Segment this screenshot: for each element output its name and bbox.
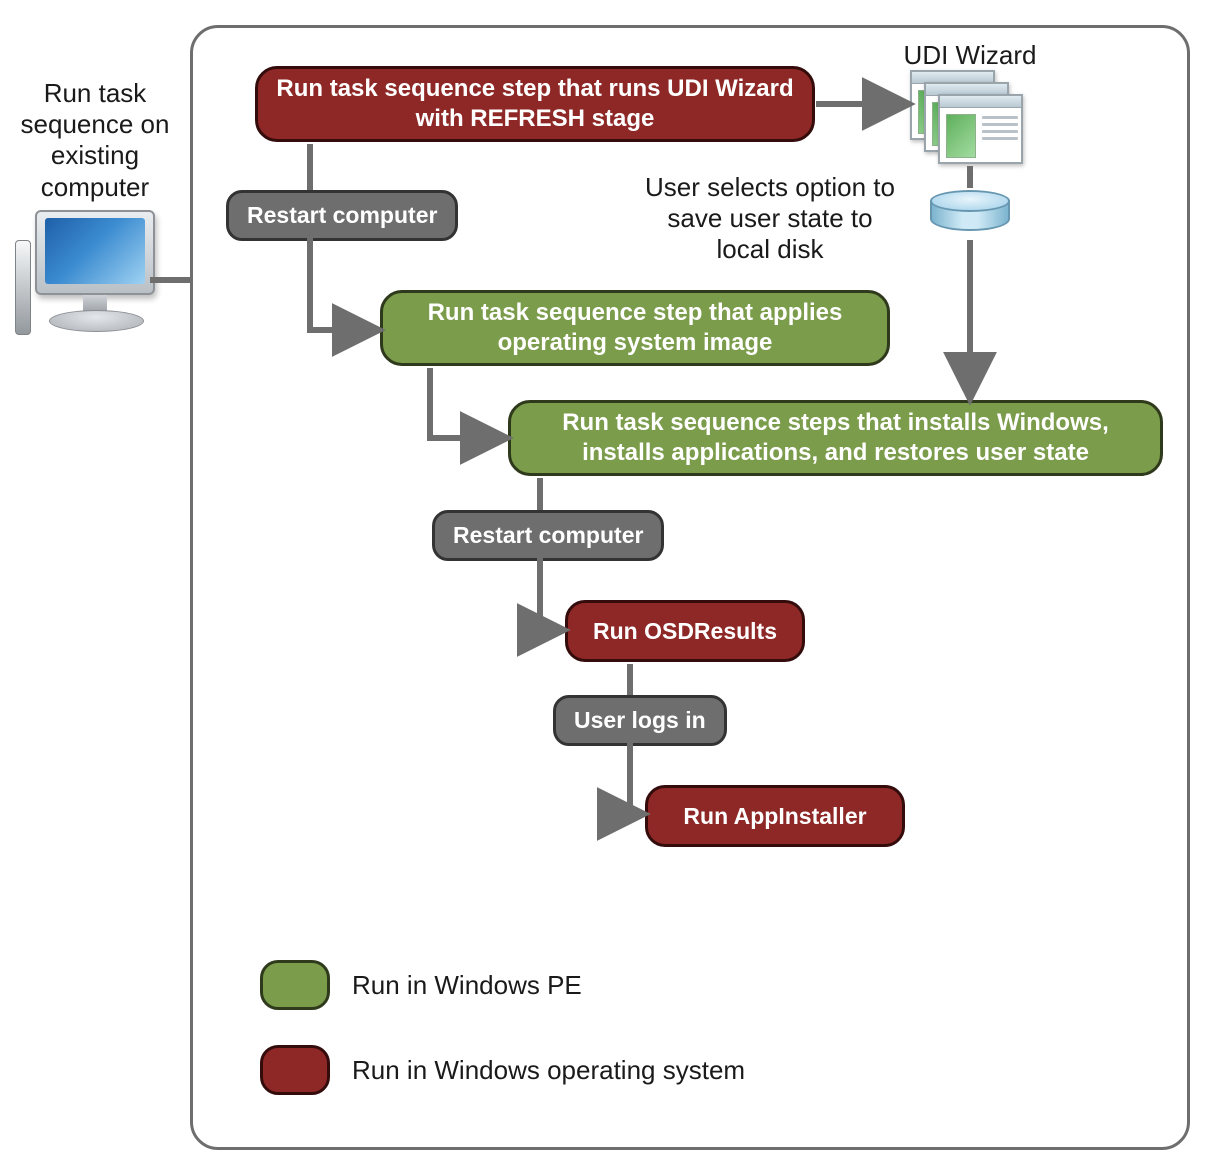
step-restart-1: Restart computer (226, 190, 458, 241)
step-user-logs-in: User logs in (553, 695, 727, 746)
step-appinstaller: Run AppInstaller (645, 785, 905, 847)
cylinder-database-icon (930, 190, 1010, 238)
step-restart-2: Restart computer (432, 510, 664, 561)
external-entry-label: Run task sequence on existing computer (10, 78, 180, 203)
wizard-windows-icon (910, 70, 1030, 170)
legend-swatch-os (260, 1045, 330, 1095)
computer-icon (15, 210, 165, 350)
step-apply-os-image: Run task sequence step that applies oper… (380, 290, 890, 366)
user-option-text: User selects option to save user state t… (640, 172, 900, 266)
diagram-canvas: Run task sequence on existing computer U… (0, 0, 1210, 1161)
step-osdresults: Run OSDResults (565, 600, 805, 662)
legend-swatch-pe (260, 960, 330, 1010)
legend-label-pe: Run in Windows PE (352, 970, 582, 1001)
legend-label-os: Run in Windows operating system (352, 1055, 745, 1086)
step-run-udi-refresh: Run task sequence step that runs UDI Wiz… (255, 66, 815, 142)
step-install-restore: Run task sequence steps that installs Wi… (508, 400, 1163, 476)
udi-wizard-title: UDI Wizard (870, 40, 1070, 71)
